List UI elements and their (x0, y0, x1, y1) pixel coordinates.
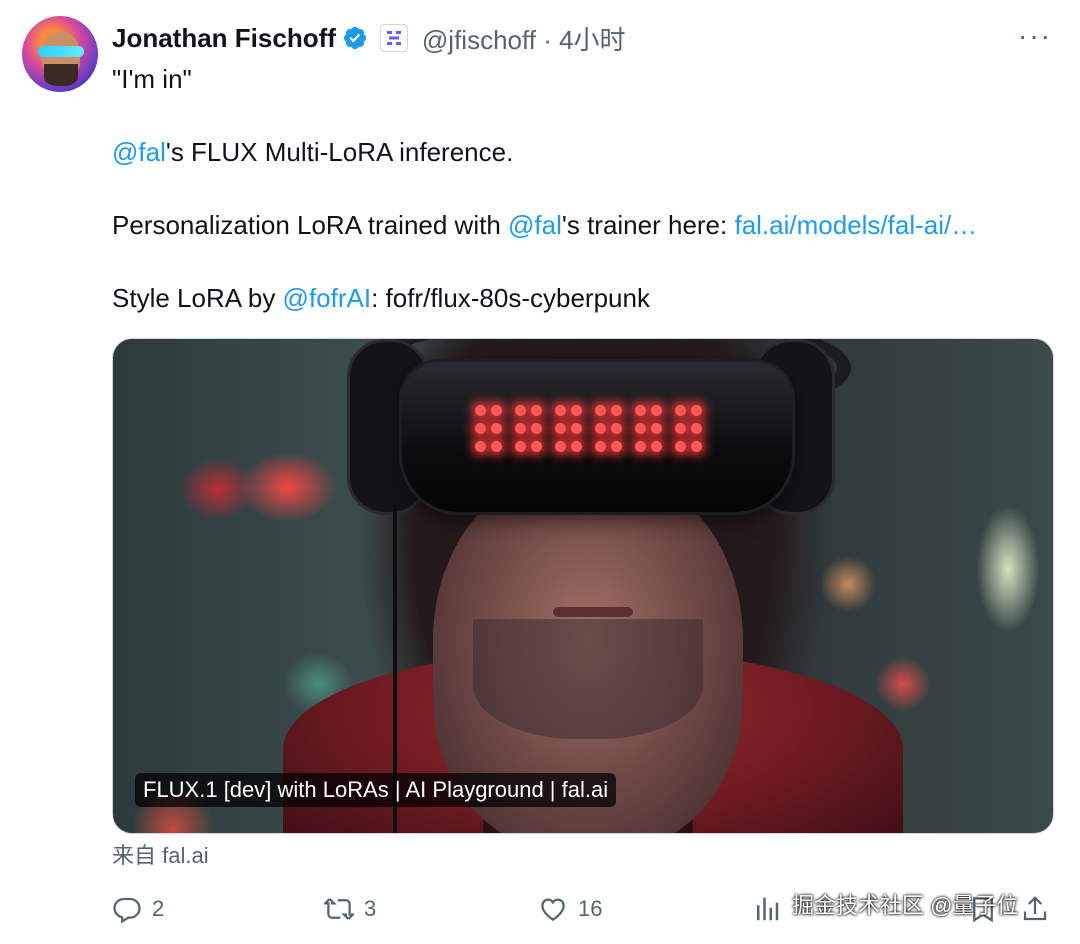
led-dot (475, 423, 486, 434)
led-dot (491, 405, 502, 416)
more-options-icon[interactable]: ··· (1018, 20, 1052, 52)
led-dot (691, 405, 702, 416)
led-dot (491, 423, 502, 434)
image-led-matrix (475, 405, 715, 465)
tweet-line-3: Personalization LoRA trained with @fal's… (112, 210, 978, 240)
led-dot (571, 423, 582, 434)
avatar-beard (44, 64, 78, 86)
led-dot (675, 405, 686, 416)
led-dot (571, 441, 582, 452)
tweet-header: Jonathan Fischoff @jfischoff · 4小时 (112, 18, 626, 58)
led-dot (651, 405, 662, 416)
led-dot (595, 423, 606, 434)
led-dot (635, 405, 646, 416)
analytics-icon (757, 897, 779, 921)
reply-icon (113, 897, 141, 924)
link-card-caption[interactable]: FLUX.1 [dev] with LoRAs | AI Playground … (135, 773, 617, 807)
led-dot (691, 423, 702, 434)
share-icon (1023, 896, 1047, 921)
tweet-line-2: @fal's FLUX Multi-LoRA inference. (112, 137, 514, 167)
image-mouth (553, 607, 633, 617)
led-dot (515, 405, 526, 416)
led-dot (675, 423, 686, 434)
led-dot (651, 441, 662, 452)
tweet-line-4: Style LoRA by @fofrAI: fofr/flux-80s-cyb… (112, 283, 650, 313)
led-dot (651, 423, 662, 434)
share-button[interactable] (1020, 894, 1050, 924)
led-dot (611, 405, 622, 416)
led-dot (595, 441, 606, 452)
views-button[interactable] (752, 894, 782, 924)
led-dot (635, 423, 646, 434)
author-handle[interactable]: @jfischoff · 4小时 (422, 20, 626, 57)
mention-fal-2[interactable]: @fal (508, 210, 562, 240)
led-dot (691, 441, 702, 452)
like-button[interactable]: 16 (538, 894, 602, 924)
led-dot (491, 441, 502, 452)
led-dot (515, 423, 526, 434)
image-beard (473, 619, 703, 739)
led-dot (555, 441, 566, 452)
affiliate-badge-icon[interactable] (379, 24, 408, 52)
retweet-button[interactable]: 3 (324, 894, 376, 924)
like-count: 16 (578, 896, 603, 921)
link-card-image[interactable]: FLUX.1 [dev] with LoRAs | AI Playground … (112, 338, 1054, 834)
led-dot (475, 441, 486, 452)
mention-fofrai[interactable]: @fofrAI (283, 283, 372, 313)
led-dot (611, 441, 622, 452)
led-dot (515, 441, 526, 452)
led-dot (555, 405, 566, 416)
led-dot (675, 441, 686, 452)
led-dot (611, 423, 622, 434)
author-name[interactable]: Jonathan Fischoff (112, 23, 336, 54)
led-dot (531, 441, 542, 452)
link-source[interactable]: 来自 fal.ai (112, 842, 209, 870)
author-avatar[interactable] (22, 16, 98, 92)
led-dot (475, 405, 486, 416)
led-dot (635, 441, 646, 452)
led-dot (531, 405, 542, 416)
reply-button[interactable]: 2 (112, 894, 164, 924)
retweet-icon (324, 898, 354, 920)
mention-fal[interactable]: @fal (112, 137, 166, 167)
tweet-line-1: "I'm in" (112, 64, 192, 94)
affiliate-logo-icon (386, 31, 401, 45)
led-dot (555, 423, 566, 434)
led-dot (595, 405, 606, 416)
led-dot (531, 423, 542, 434)
trainer-url-link[interactable]: fal.ai/models/fal-ai/… (734, 210, 977, 240)
heart-icon (541, 898, 565, 921)
reply-count: 2 (152, 896, 165, 921)
retweet-count: 3 (364, 896, 377, 921)
avatar-glasses (38, 46, 84, 57)
verified-icon[interactable] (342, 25, 368, 51)
timestamp[interactable]: 4小时 (559, 25, 625, 55)
led-dot (571, 405, 582, 416)
watermark-text: 掘金技术社区 @量子位 (792, 893, 1019, 918)
